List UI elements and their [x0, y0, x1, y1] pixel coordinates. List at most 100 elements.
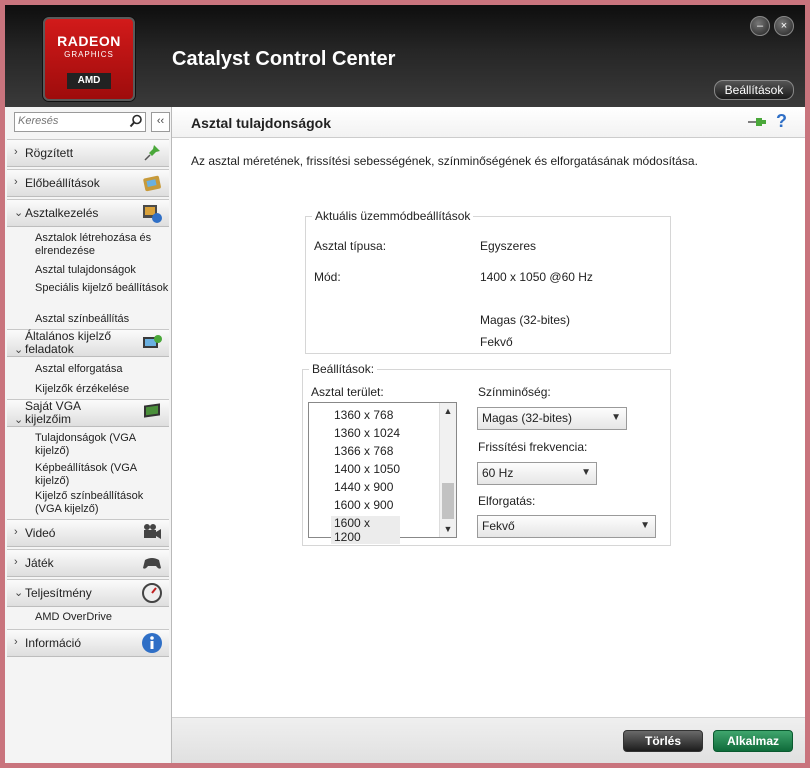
radeon-logo: RADEON GRAPHICS AMD — [43, 17, 135, 101]
preferences-button[interactable]: Beállítások — [714, 80, 794, 100]
nav-gaming-label: Játék — [25, 556, 54, 570]
mode-label: Mód: — [314, 270, 341, 284]
current-mode-group: Aktuális üzemmódbeállítások Asztal típus… — [305, 209, 671, 354]
chevron-right-icon: › — [14, 146, 18, 158]
chevron-right-icon: › — [14, 526, 18, 538]
nav-presets[interactable]: › Előbeállítások — [7, 169, 169, 197]
nav-create-arrange-desktops[interactable]: Asztalok létrehozása és elrendezése — [35, 232, 171, 258]
listbox-scrollbar[interactable]: ▲ ▼ — [439, 403, 456, 537]
nav-advanced-display-settings[interactable]: Speciális kijelző beállítások — [35, 282, 168, 295]
nav-vga-image-settings[interactable]: Képbeállítások (VGA kijelző) — [35, 462, 171, 488]
resolution-option[interactable]: 1440 x 900 — [334, 480, 393, 494]
video-camera-icon — [144, 524, 161, 539]
resolution-option[interactable]: 1400 x 1050 — [334, 462, 400, 476]
search-input[interactable] — [15, 113, 126, 129]
nav-common-display-tasks-label: Általános kijelző feladatok — [25, 329, 112, 356]
page-title: Asztal tulajdonságok — [191, 115, 332, 131]
color-quality-select[interactable]: Magas (32-bites) ▼ — [477, 407, 627, 430]
discard-button[interactable]: Törlés — [623, 730, 703, 752]
current-mode-legend: Aktuális üzemmódbeállítások — [312, 209, 474, 223]
nav-desktop-color[interactable]: Asztal színbeállítás — [35, 313, 129, 326]
nav-performance-label: Teljesítmény — [25, 586, 92, 600]
close-button[interactable]: × — [774, 16, 794, 36]
app-window: RADEON GRAPHICS AMD Catalyst Control Cen… — [5, 5, 805, 763]
sidebar: ‹‹ › Rögzített › Előbeállítások ⌄ Asztal… — [5, 107, 172, 763]
refresh-rate-select[interactable]: 60 Hz ▼ — [477, 462, 597, 485]
chevron-down-icon: ▼ — [581, 467, 591, 478]
nav-video-label: Videó — [25, 526, 56, 540]
search-icon[interactable] — [129, 114, 143, 128]
nav-my-vga-displays-label: Saját VGA kijelzőim — [25, 399, 81, 426]
chevron-down-icon: ▼ — [640, 520, 650, 531]
desktop-type-value: Egyszeres — [480, 239, 537, 253]
nav-amd-overdrive[interactable]: AMD OverDrive — [35, 611, 112, 624]
desktop-area-listbox[interactable]: 1360 x 768 1360 x 1024 1366 x 768 1400 x… — [308, 402, 457, 544]
chevron-down-icon: ⌄ — [14, 344, 24, 356]
nav-performance[interactable]: ⌄ Teljesítmény — [7, 579, 169, 607]
nav-information-label: Információ — [25, 636, 82, 650]
rotation-selected: Fekvő — [482, 519, 515, 533]
color-depth-value: Magas (32-bites) — [480, 313, 571, 327]
nav-desktop-management[interactable]: ⌄ Asztalkezelés — [7, 199, 169, 227]
logo-line2: GRAPHICS — [64, 50, 114, 59]
chevron-right-icon: › — [14, 176, 18, 188]
rotation-label: Elforgatás: — [478, 494, 536, 508]
apply-button[interactable]: Alkalmaz — [713, 730, 793, 752]
resolution-option[interactable]: 1360 x 768 — [334, 408, 393, 422]
rotation-select[interactable]: Fekvő ▼ — [477, 515, 656, 538]
nav-information[interactable]: › Információ — [7, 629, 169, 657]
nav-pinned-label: Rögzített — [25, 146, 74, 160]
presets-icon — [143, 175, 161, 192]
nav-video[interactable]: › Videó — [7, 519, 169, 547]
nav-desktop-management-label: Asztalkezelés — [25, 206, 99, 220]
nav-rotate-desktop[interactable]: Asztal elforgatása — [35, 363, 122, 376]
refresh-rate-label: Frissítési frekvencia: — [478, 440, 588, 454]
rotation-value: Fekvő — [480, 335, 513, 349]
resolution-option[interactable]: 1360 x 1024 — [334, 426, 400, 440]
minimize-button[interactable]: – — [750, 16, 770, 36]
pin-page-icon[interactable] — [747, 115, 767, 129]
mode-value: 1400 x 1050 @60 Hz — [480, 270, 593, 284]
display-tasks-icon — [143, 335, 162, 348]
resolution-option[interactable]: 1600 x 900 — [334, 498, 393, 512]
color-quality-label: Színminőség: — [478, 385, 551, 399]
logo-amd: AMD — [67, 73, 111, 89]
nav-pinned[interactable]: › Rögzített — [7, 139, 169, 167]
nav-vga-properties[interactable]: Tulajdonságok (VGA kijelző) — [35, 432, 171, 458]
chevron-down-icon: ⌄ — [14, 414, 24, 426]
nav-gaming[interactable]: › Játék — [7, 549, 169, 577]
nav-presets-label: Előbeállítások — [25, 176, 100, 190]
nav-vga-color-settings[interactable]: Kijelző színbeállítások (VGA kijelző) — [35, 490, 171, 516]
resolution-option-selected[interactable]: 1600 x 1200 — [331, 516, 400, 544]
pin-icon — [144, 145, 160, 161]
page-description: Az asztal méretének, frissítési sebesség… — [191, 154, 698, 168]
footer-bar: Törlés Alkalmaz — [172, 717, 805, 763]
scroll-up-icon[interactable]: ▲ — [440, 403, 456, 419]
desktop-area-label: Asztal terület: — [311, 385, 384, 399]
gauge-icon — [142, 583, 162, 603]
refresh-rate-selected: 60 Hz — [482, 466, 514, 480]
content-header: Asztal tulajdonságok ? — [172, 107, 805, 138]
desktop-management-icon — [143, 205, 162, 223]
main-content: Asztal tulajdonságok ? Az asztal méretén… — [172, 107, 805, 763]
settings-legend: Beállítások: — [309, 362, 378, 376]
scroll-thumb[interactable] — [442, 483, 454, 519]
logo-line1: RADEON — [57, 33, 121, 49]
collapse-sidebar-button[interactable]: ‹‹ — [151, 112, 170, 132]
app-header: RADEON GRAPHICS AMD Catalyst Control Cen… — [5, 5, 805, 107]
chevron-right-icon: › — [14, 636, 18, 648]
nav-desktop-properties[interactable]: Asztal tulajdonságok — [35, 264, 136, 277]
help-icon[interactable]: ? — [776, 111, 787, 132]
desktop-type-label: Asztal típusa: — [314, 239, 387, 253]
resolution-option[interactable]: 1366 x 768 — [334, 444, 393, 458]
chevron-right-icon: › — [14, 556, 18, 568]
gamepad-icon — [143, 558, 161, 569]
nav-common-display-tasks[interactable]: ⌄ Általános kijelző feladatok — [7, 329, 169, 357]
nav-detect-displays[interactable]: Kijelzők érzékelése — [35, 383, 129, 396]
app-title: Catalyst Control Center — [172, 48, 396, 70]
chevron-down-icon: ⌄ — [14, 207, 24, 219]
chevron-down-icon: ⌄ — [14, 587, 24, 599]
scroll-down-icon[interactable]: ▼ — [440, 521, 456, 537]
nav-my-vga-displays[interactable]: ⌄ Saját VGA kijelzőim — [7, 399, 169, 427]
settings-group: Beállítások: Asztal terület: 1360 x 768 … — [302, 362, 671, 546]
